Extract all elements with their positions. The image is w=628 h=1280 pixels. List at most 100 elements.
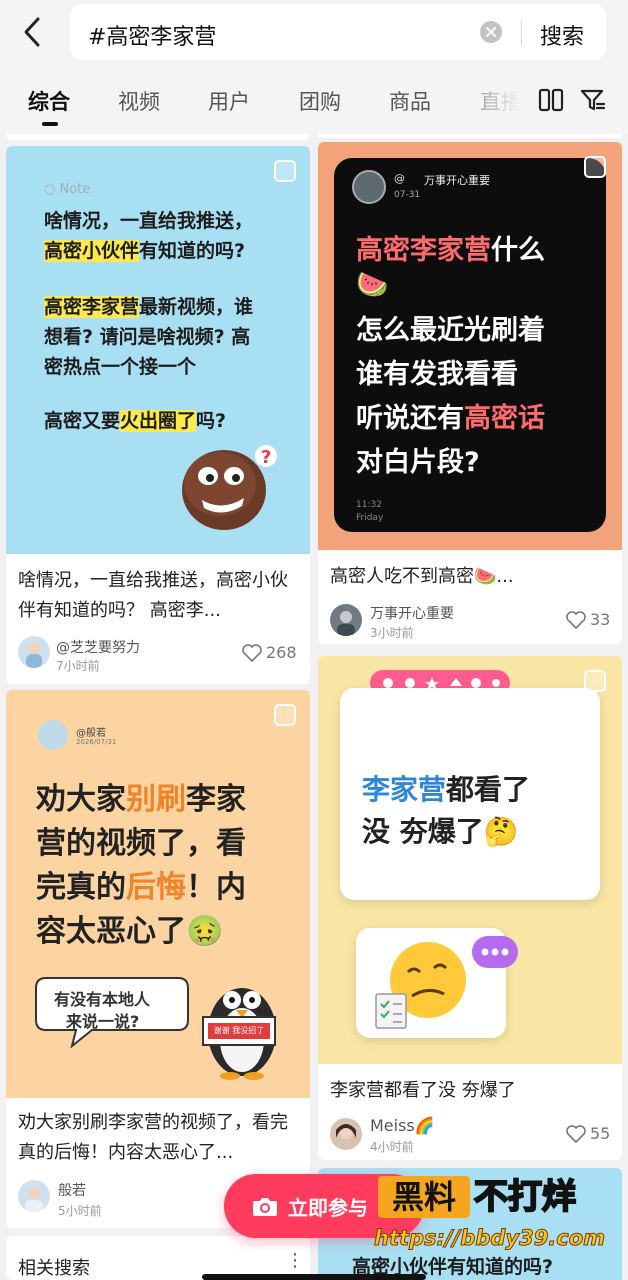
- thinking-emoji-icon: ?: [182, 445, 277, 530]
- cover-text-line: 怎么最近光刷着: [356, 315, 545, 346]
- heart-icon: [566, 610, 586, 629]
- close-icon: [486, 27, 496, 37]
- avatar: [352, 170, 386, 204]
- back-button[interactable]: [14, 14, 50, 50]
- like-count: 55: [590, 1124, 611, 1143]
- card-title[interactable]: 高密人吃不到高密🍉...: [330, 562, 610, 592]
- checklist-icon: [375, 993, 407, 1029]
- cover-text-line: 谁有发我看看: [356, 359, 518, 390]
- bubble-text: 来说一说?: [66, 1012, 140, 1031]
- cover-text-line: 李家营都看了: [362, 773, 531, 806]
- heart-icon: [242, 643, 262, 662]
- previous-card-edge: [6, 134, 310, 140]
- cover-date: 07-31: [394, 190, 421, 200]
- camera-icon: [253, 1198, 277, 1216]
- heart-icon: [566, 1124, 586, 1143]
- select-checkbox[interactable]: [274, 160, 296, 182]
- active-tab-indicator: [42, 122, 58, 126]
- search-button[interactable]: 搜索: [540, 19, 584, 51]
- watermark-overlay: 黑料 不打烊 https://bbdy39.com: [372, 1172, 628, 1256]
- cover-account: 万事开心重要: [424, 174, 490, 187]
- phone-screen: @ 万事开心重要 07-31 高密李家营什么 🍉 怎么最近光刷着 谁有发我看看 …: [334, 158, 606, 532]
- clear-search-button[interactable]: [480, 21, 502, 43]
- tab-fade-overlay: [440, 66, 540, 134]
- feed-card[interactable]: ○ Note 啥情况，一直给我推送， 高密小伙伴有知道的吗? 高密李家营最新视频…: [6, 146, 310, 684]
- watermark-url: https://bbdy39.com: [373, 1226, 606, 1251]
- watermark-brand: 不打烊: [473, 1176, 577, 1218]
- select-checkbox[interactable]: [584, 156, 606, 178]
- avatar[interactable]: [330, 1118, 362, 1150]
- watermelon-icon: 🍉: [356, 270, 389, 300]
- feed-card[interactable]: @ 万事开心重要 07-31 高密李家营什么 🍉 怎么最近光刷着 谁有发我看看 …: [318, 142, 622, 644]
- card-cover: 李家营都看了 没 夯爆了🤔: [318, 656, 622, 1064]
- cover-text-line: 高密李家营什么: [356, 235, 545, 266]
- layout-toggle-icon[interactable]: [538, 88, 564, 112]
- like-button[interactable]: 33: [566, 610, 610, 629]
- post-time: 3小时前: [370, 626, 414, 640]
- post-time: 5小时前: [58, 1204, 102, 1218]
- cover-text-line: 营的视频了，看: [36, 826, 246, 861]
- related-search-label: 相关搜索: [18, 1258, 90, 1279]
- cover-day: Friday: [356, 513, 384, 523]
- author-name[interactable]: 万事开心重要: [370, 603, 454, 623]
- cover-handle: @般若: [76, 728, 106, 739]
- cover-text-line: 想看? 请问是啥视频? 高: [44, 326, 251, 348]
- divider: [521, 20, 522, 46]
- like-count: 268: [266, 643, 297, 662]
- tab-video[interactable]: 视频: [118, 86, 160, 116]
- card-cover: @般若 2026/07/31 劝大家别刷李家 营的视频了，看 完真的后悔！内 容…: [6, 690, 310, 1098]
- avatar[interactable]: [330, 604, 362, 636]
- search-header: #高密李家营 搜索: [0, 0, 628, 66]
- bubble-text: 有没有本地人: [54, 990, 151, 1009]
- tab-all[interactable]: 综合: [28, 86, 70, 116]
- more-icon[interactable]: ⋮: [286, 1250, 304, 1271]
- cover-text-line: 劝大家别刷李家: [36, 782, 246, 817]
- participate-label: 立即参与: [288, 1195, 368, 1220]
- feed-card[interactable]: @般若 2026/07/31 劝大家别刷李家 营的视频了，看 完真的后悔！内 容…: [6, 690, 310, 1228]
- cover-text-line: 高密李家营最新视频，谁: [44, 296, 254, 318]
- cover-clock: 11:32: [356, 500, 382, 510]
- cover-text-line: 完真的后悔！内: [36, 870, 246, 905]
- select-checkbox[interactable]: [274, 704, 296, 726]
- tab-group-buy[interactable]: 团购: [299, 86, 341, 116]
- avatar: [38, 720, 68, 750]
- cover-text-line: 对白片段?: [356, 447, 480, 478]
- cover-text-line: 容太恶心了🤢: [36, 914, 224, 949]
- like-button[interactable]: 268: [242, 643, 297, 662]
- avatar[interactable]: [18, 1180, 50, 1212]
- cover-date: 2026/07/31: [76, 738, 117, 746]
- tab-users[interactable]: 用户: [208, 86, 250, 116]
- note-label: ○ Note: [44, 182, 91, 197]
- cover-text-line: 高密小伙伴有知道的吗?: [44, 240, 246, 262]
- post-time: 7小时前: [56, 659, 100, 673]
- like-count: 33: [590, 610, 611, 629]
- card-cover: ○ Note 啥情况，一直给我推送， 高密小伙伴有知道的吗? 高密李家营最新视频…: [6, 146, 310, 554]
- card-cover: @ 万事开心重要 07-31 高密李家营什么 🍉 怎么最近光刷着 谁有发我看看 …: [318, 142, 622, 550]
- cover-text-line: 高密又要火出圈了吗?: [44, 410, 227, 432]
- author-name[interactable]: 般若: [58, 1180, 86, 1200]
- tab-products[interactable]: 商品: [389, 86, 431, 116]
- cover-text-line: 密热点一个接一个: [44, 356, 197, 378]
- select-checkbox[interactable]: [584, 670, 606, 692]
- avatar[interactable]: [18, 636, 50, 668]
- author-name[interactable]: Meiss🌈: [370, 1116, 435, 1135]
- card-title[interactable]: 啥情况，一直给我推送，高密小伙伴有知道的吗？ 高密李...: [18, 566, 298, 626]
- watermark-brand: 黑料: [378, 1176, 470, 1218]
- category-tabs: 综合 视频 用户 团购 商品 直播: [0, 66, 628, 134]
- card-title[interactable]: 李家营都看了没 夯爆了: [330, 1076, 610, 1106]
- filter-icon[interactable]: [580, 88, 606, 112]
- card-title[interactable]: 劝大家别刷李家营的视频了，看完真的后悔！内容太恶心了...: [18, 1108, 302, 1168]
- home-indicator: [202, 1274, 426, 1280]
- sign-text: 谢谢 我没招了: [208, 1023, 270, 1039]
- cover-text-line: 没 夯爆了🤔: [362, 815, 519, 848]
- author-name[interactable]: @芝芝要努力: [56, 637, 140, 657]
- typing-dots-icon: [481, 948, 509, 956]
- search-query: #高密李家营: [88, 25, 217, 50]
- back-arrow-icon: [24, 17, 40, 47]
- search-input[interactable]: #高密李家营 搜索: [70, 4, 606, 60]
- feed-card[interactable]: 李家营都看了 没 夯爆了🤔 李家营都看了没 夯爆了 Meiss🌈 4小时前 55: [318, 656, 622, 1160]
- cover-text-line: 啥情况，一直给我推送，: [44, 210, 254, 232]
- sign-board: 谢谢 我没招了: [202, 1016, 276, 1046]
- like-button[interactable]: 55: [566, 1124, 610, 1143]
- post-time: 4小时前: [370, 1140, 414, 1154]
